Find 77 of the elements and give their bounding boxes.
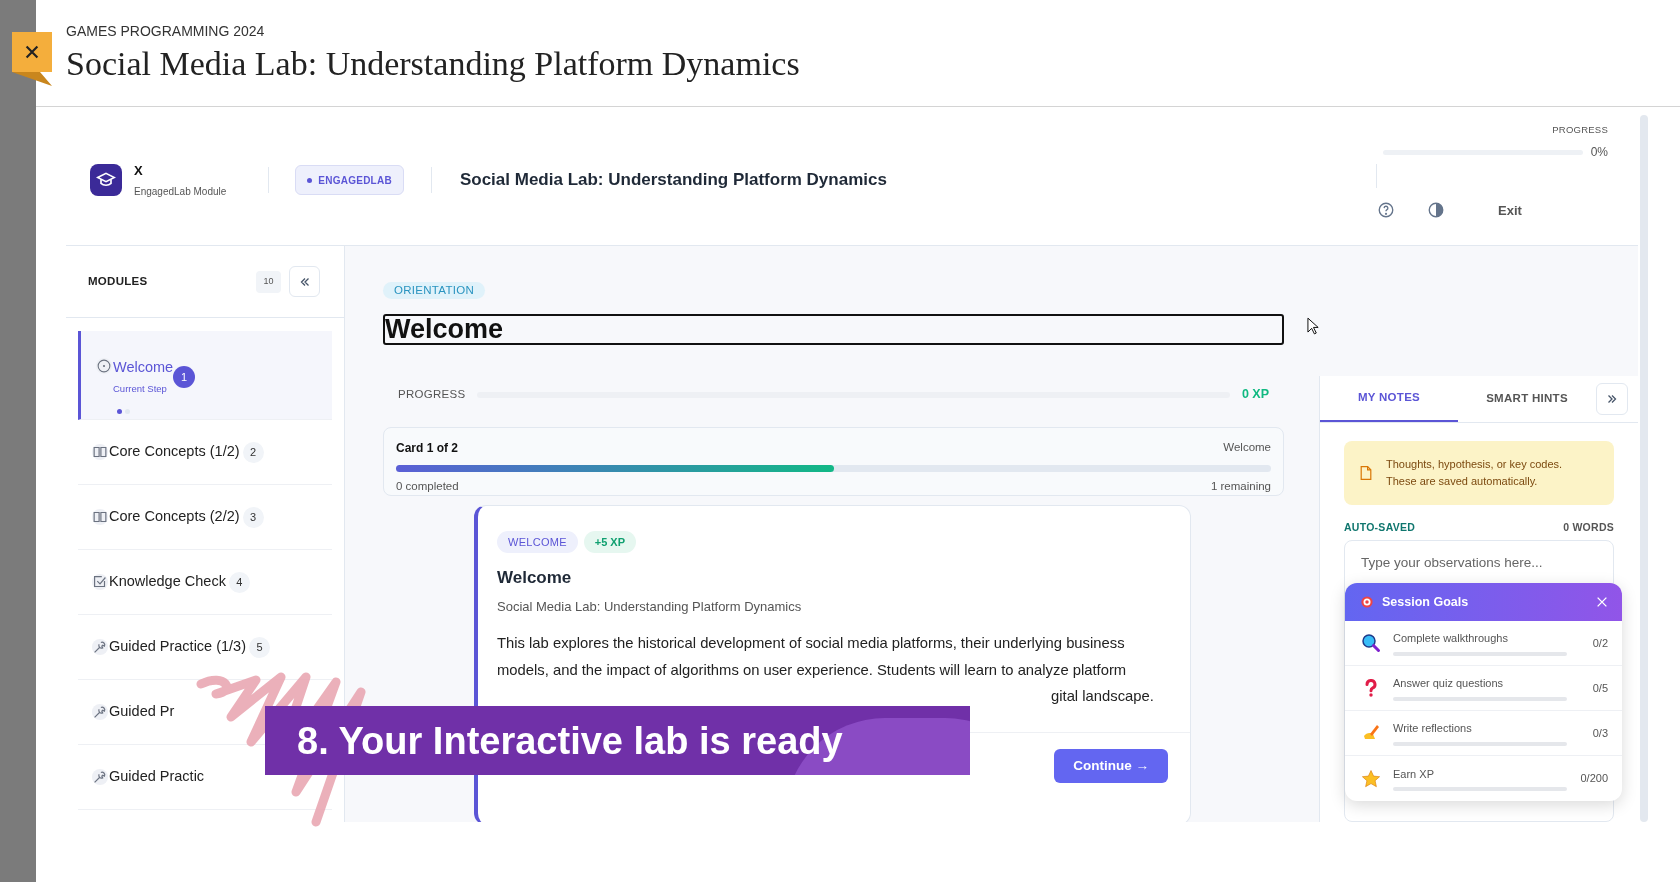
expand-button[interactable] [1596,383,1628,415]
module-sublabel: Current Step [113,382,168,396]
module-item[interactable]: Knowledge Check [109,571,226,593]
progress-label: PROGRESS [1552,123,1608,137]
xp-value: 0 XP [1241,386,1269,404]
goal-count: 0/5 [1592,680,1608,696]
goal-count: 0/2 [1592,635,1608,651]
goal-count: 0/3 [1592,725,1608,741]
goal-label: Earn XP [1393,766,1435,782]
module-item[interactable]: Guided Practic [109,766,205,788]
page-title: Social Media Lab: Understanding Platform Dynamics [66,44,801,84]
card-description: gital landscape. [1051,687,1155,707]
wrench-icon [91,638,109,656]
continue-button[interactable]: Continue → [1054,748,1168,783]
module-item[interactable]: Guided Pr [109,701,175,723]
module-item[interactable]: Welcome 1 Current Step [78,331,332,420]
module-count: 10 [256,270,281,293]
step-number: 1 [173,366,196,388]
module-badge: ENGAGEDLAB [295,165,404,195]
save-status: AUTO-SAVED [1344,519,1416,535]
brand-subtitle: EngagedLab Module [134,184,227,199]
word-count: 0 WORDS [1563,519,1614,535]
scrollbar[interactable] [1640,115,1648,822]
mouse-cursor-icon [1307,317,1320,336]
goal-count: 0/200 [1580,771,1608,787]
card-counter: Card 1 of 2 [396,440,458,457]
exit-button[interactable]: Exit [1498,200,1522,220]
search-icon [1361,633,1381,653]
step-number: 3 [242,506,264,528]
goal-label: Complete walkthroughs [1393,631,1509,647]
step-dots [117,409,130,415]
goal-label: Answer quiz questions [1393,676,1505,692]
module-item[interactable]: Core Concepts (2/2) [109,506,240,528]
module-title: Social Media Lab: Understanding Platform Dynamics [459,169,887,192]
ribbon-fold-icon [12,72,52,86]
module-label: Welcome [113,358,174,378]
brand-name: X [134,162,144,181]
close-button[interactable] [12,32,52,72]
progress-value: 0% [1590,144,1608,162]
checkbox-icon [91,573,109,591]
xp-tag: +5 XP [583,531,637,554]
card-title: Welcome [497,567,573,590]
book-icon [91,443,109,461]
goal-label: Write reflections [1393,721,1473,737]
notes-tab[interactable]: SMART HINTS [1458,376,1596,422]
close-icon [1595,595,1609,609]
hint-text: Thoughts, hypothesis, or key codes. These are saved automatically. [1386,456,1564,489]
module-item[interactable]: Guided Practice (1/3) [109,636,246,658]
popup-title: Session Goals [1382,593,1469,611]
wrench-icon [91,703,109,721]
document-icon [1358,463,1374,482]
collapse-button[interactable] [289,266,320,297]
module-item[interactable]: Core Concepts (1/2) [109,441,240,463]
completed-count: 0 completed [396,479,459,494]
step-number: 5 [249,636,270,658]
step-number: 2 [242,441,264,463]
double-chevron-right-icon [1605,392,1619,406]
wrench-icon [91,768,109,786]
category-tag: WELCOME [497,531,578,554]
book-icon [91,508,109,526]
circle-icon [95,357,113,375]
target-icon [1360,595,1374,609]
current-card-label: Welcome [1223,440,1271,455]
close-icon [23,43,41,61]
category-tag: ORIENTATION [383,282,486,300]
help-icon [1377,201,1395,220]
remaining-count: 1 remaining [1210,479,1271,494]
heading-field[interactable]: Welcome [383,314,1284,346]
star-icon [1361,768,1381,789]
card-subtitle: Social Media Lab: Understanding Platform Dynamics [497,597,803,616]
contrast-icon [1427,201,1445,220]
course-label: GAMES PROGRAMMING 2024 [66,22,266,40]
notes-tab[interactable]: MY NOTES [1320,376,1458,422]
banner-text: 8. Your Interactive lab is ready [297,721,843,760]
sidebar-title: MODULES [88,273,148,289]
progress-label: PROGRESS [398,387,466,402]
step-number: 4 [228,571,250,593]
